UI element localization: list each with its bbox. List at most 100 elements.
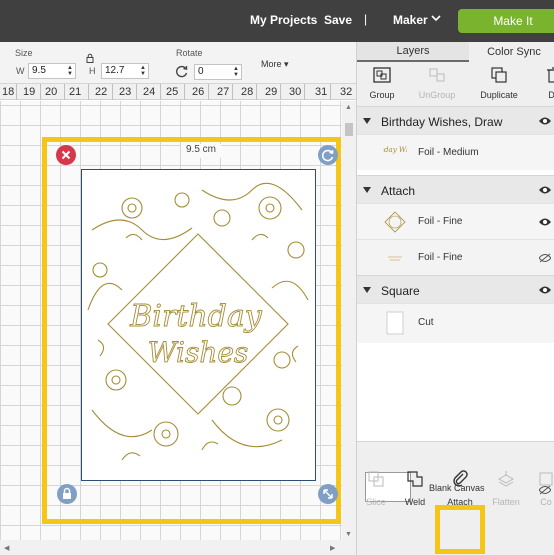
ruler-line <box>256 84 257 100</box>
vertical-scroll-thumb[interactable] <box>345 123 353 136</box>
attach-label: Attach <box>447 497 473 507</box>
ungroup-button[interactable]: UnGroup <box>409 64 465 104</box>
rotate-handle[interactable] <box>318 145 338 165</box>
more-dropdown[interactable]: More ▾ <box>261 59 289 70</box>
rotate-value: 0 <box>198 66 204 77</box>
ruler-tick: 26 <box>192 86 205 98</box>
scroll-left-icon[interactable]: ◀ <box>4 544 9 552</box>
ruler-tick: 29 <box>265 86 278 98</box>
layer-item[interactable]: Birthday Wishes Foil - Medium <box>357 134 554 170</box>
contour-icon <box>539 472 553 486</box>
eye-icon[interactable] <box>539 185 551 195</box>
lock-icon <box>63 487 71 499</box>
width-value: 9.5 <box>32 65 46 76</box>
text-thumbnail <box>388 256 402 261</box>
eye-icon[interactable] <box>539 285 551 295</box>
eye-hidden-icon[interactable] <box>539 253 551 263</box>
layer-group-attach[interactable]: Attach <box>357 175 554 203</box>
size-label: Size <box>15 48 33 58</box>
layer-item[interactable]: Foil - Fine <box>357 203 554 239</box>
ruler-line <box>330 84 331 100</box>
save-button[interactable]: Save <box>324 13 352 27</box>
my-projects-link[interactable]: My Projects <box>250 13 317 27</box>
square-thumbnail <box>386 311 404 335</box>
delete-label: De <box>548 90 554 100</box>
ruler-line <box>16 84 17 100</box>
scroll-down-icon[interactable]: ▼ <box>345 531 352 538</box>
flatten-button[interactable]: Flatten <box>488 466 524 510</box>
ruler-line <box>232 84 233 100</box>
scroll-right-icon[interactable]: ▶ <box>330 544 335 552</box>
contour-button[interactable]: Co <box>532 466 554 510</box>
eye-icon[interactable] <box>539 217 551 227</box>
contour-label: Co <box>540 497 552 507</box>
layer-group-name: Square <box>381 284 420 298</box>
tab-layers[interactable]: Layers <box>357 42 469 62</box>
ruler-tick: 18 <box>2 86 15 98</box>
ruler-tick: 27 <box>217 86 230 98</box>
group-icon <box>373 67 391 83</box>
lock-handle[interactable] <box>57 484 77 504</box>
tab-color-sync[interactable]: Color Sync <box>469 42 554 62</box>
make-it-button[interactable]: Make It <box>458 9 554 33</box>
height-value: 12.7 <box>105 65 125 76</box>
lock-icon[interactable] <box>85 53 95 63</box>
ruler-line <box>160 84 161 100</box>
layer-group-birthday-wishes[interactable]: Birthday Wishes, Draw <box>357 106 554 134</box>
ruler-tick: 32 <box>340 86 353 98</box>
group-button[interactable]: Group <box>357 64 407 104</box>
top-bar: My Projects Save | Maker Make It <box>0 0 554 42</box>
eye-icon[interactable] <box>539 116 551 126</box>
ruler-tick: 31 <box>315 86 328 98</box>
close-icon <box>61 150 71 160</box>
chevron-down-icon[interactable] <box>430 12 442 24</box>
resize-handle[interactable] <box>318 484 338 504</box>
layer-group-square[interactable]: Square <box>357 275 554 303</box>
slice-button[interactable]: Slice <box>360 466 392 510</box>
ruler-line <box>88 84 89 100</box>
resize-icon <box>323 489 333 499</box>
ruler-line <box>304 84 305 100</box>
width-input[interactable]: 9.5 ▲ ▼ <box>28 63 76 79</box>
delete-icon <box>547 67 554 83</box>
caret-down-icon[interactable] <box>363 118 371 124</box>
ruler-tick: 21 <box>69 86 82 98</box>
width-stepper-icon[interactable]: ▲ ▼ <box>67 65 73 77</box>
height-label: H <box>89 66 96 76</box>
ungroup-label: UnGroup <box>418 90 456 100</box>
machine-selector[interactable]: Maker <box>393 13 428 27</box>
duplicate-button[interactable]: Duplicate <box>473 64 525 104</box>
vertical-scrollbar[interactable] <box>342 101 356 540</box>
layer-item[interactable]: Foil - Fine <box>357 239 554 275</box>
rotate-stepper-icon[interactable]: ▲ ▼ <box>233 66 239 78</box>
weld-button[interactable]: Weld <box>398 466 432 510</box>
caret-down-icon[interactable] <box>363 287 371 293</box>
height-input[interactable]: 12.7 ▲ ▼ <box>101 63 149 79</box>
delete-button[interactable]: De <box>539 64 554 104</box>
ruler-tick: 20 <box>45 86 58 98</box>
width-dimension-label: 9.5 cm <box>181 144 221 158</box>
delete-handle[interactable] <box>56 145 76 165</box>
ruler-tick: 22 <box>95 86 108 98</box>
more-label: More <box>261 59 282 69</box>
height-stepper-icon[interactable]: ▲ ▼ <box>140 65 146 77</box>
layer-item-label: Foil - Fine <box>418 216 463 227</box>
ruler-line <box>208 84 209 100</box>
selected-design[interactable]: Birthday Wishes <box>81 169 316 481</box>
rotate-icon[interactable] <box>175 64 189 78</box>
slice-icon <box>368 471 384 487</box>
horizontal-scrollbar[interactable] <box>0 540 356 555</box>
design-text-line2: Wishes <box>148 336 249 369</box>
rotate-input[interactable]: 0 ▲ ▼ <box>194 64 242 80</box>
layer-item[interactable]: Cut <box>357 303 554 343</box>
attach-highlight <box>435 505 485 554</box>
ruler-tick: 28 <box>241 86 254 98</box>
duplicate-icon <box>491 67 507 83</box>
scroll-up-icon[interactable]: ▲ <box>345 104 352 111</box>
caret-down-icon[interactable] <box>363 187 371 193</box>
ruler-tick: 24 <box>143 86 156 98</box>
floral-thumbnail <box>384 211 406 233</box>
flatten-icon <box>497 471 515 487</box>
rotate-label: Rotate <box>176 48 203 58</box>
attach-button[interactable]: Attach <box>440 466 480 510</box>
